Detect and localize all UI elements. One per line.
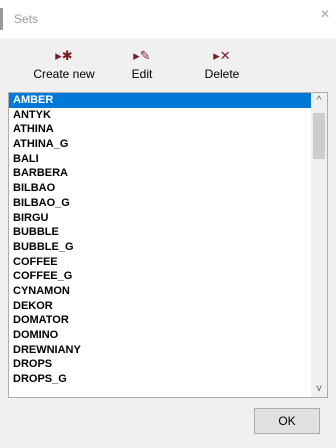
delete-label: Delete <box>204 67 240 81</box>
list-item[interactable]: DREWNIANY <box>9 343 313 358</box>
list-item[interactable]: ATHINA <box>9 122 313 137</box>
sets-dialog: Sets × ▸✱ Create new ▸✎ Edit ▸✕ Delete A… <box>0 0 336 448</box>
scroll-down-icon[interactable]: v <box>311 381 327 397</box>
list-item[interactable]: ANTYK <box>9 108 313 123</box>
scroll-thumb[interactable] <box>313 113 325 159</box>
list-item[interactable]: BIRGU <box>9 211 313 226</box>
edit-button[interactable]: ▸✎ Edit <box>122 44 162 88</box>
create-new-icon: ▸✱ <box>55 48 73 63</box>
close-button[interactable]: × <box>314 4 336 26</box>
list-item[interactable]: COFFEE <box>9 255 313 270</box>
edit-label: Edit <box>131 67 153 81</box>
list-item[interactable]: DROPS <box>9 357 313 372</box>
list-item[interactable]: DOMATOR <box>9 313 313 328</box>
list-item[interactable]: CYNAMON <box>9 284 313 299</box>
list-item[interactable]: DEKOR <box>9 299 313 314</box>
list-item[interactable]: DOMINO <box>9 328 313 343</box>
create-new-button[interactable]: ▸✱ Create new <box>24 44 104 88</box>
edit-icon: ▸✎ <box>133 48 151 63</box>
sets-listbox[interactable]: AMBER ANTYK ATHINA ATHINA_G BALI BARBERA BILBA… <box>8 92 328 398</box>
create-new-label: Create new <box>33 67 95 81</box>
ok-button[interactable]: OK <box>254 408 320 434</box>
list-item[interactable]: BARBERA <box>9 166 313 181</box>
title-bar: Sets × <box>0 0 336 38</box>
list-item[interactable]: AMBER <box>9 93 313 108</box>
list-item[interactable]: BILBAO_G <box>9 196 313 211</box>
sets-list[interactable]: AMBER ANTYK ATHINA ATHINA_G BALI BARBERA BILBA… <box>9 93 313 397</box>
list-item[interactable]: ATHINA_G <box>9 137 313 152</box>
list-item[interactable]: BUBBLE <box>9 225 313 240</box>
vertical-scrollbar[interactable]: ^ v <box>311 93 327 397</box>
scroll-up-icon[interactable]: ^ <box>311 93 327 109</box>
list-item[interactable]: BUBBLE_G <box>9 240 313 255</box>
delete-button[interactable]: ▸✕ Delete <box>192 44 252 88</box>
list-item[interactable]: DROPS_G <box>9 372 313 387</box>
list-item[interactable]: BALI <box>9 152 313 167</box>
delete-icon: ▸✕ <box>213 48 231 63</box>
toolbar: ▸✱ Create new ▸✎ Edit ▸✕ Delete <box>8 44 328 88</box>
window-edge <box>0 8 3 30</box>
list-item[interactable]: BILBAO <box>9 181 313 196</box>
window-title: Sets <box>14 12 39 26</box>
list-item[interactable]: COFFEE_G <box>9 269 313 284</box>
